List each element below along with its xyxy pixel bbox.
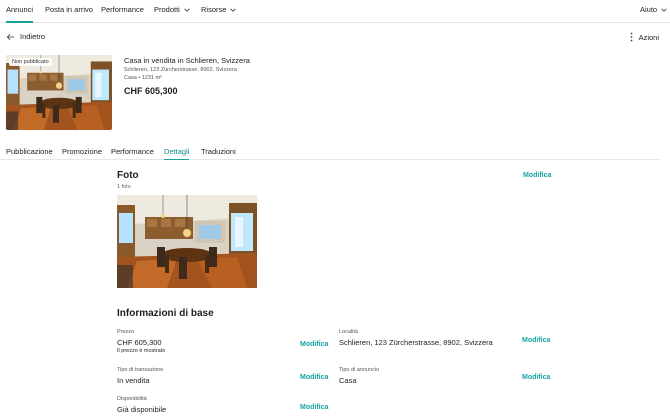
back-label: Indietro xyxy=(20,32,46,41)
nav-item-performance[interactable]: Performance xyxy=(101,5,144,14)
availability-label: Disponibilità xyxy=(117,396,147,402)
price-value: CHF 605,300 xyxy=(117,338,162,347)
tab-performance[interactable]: Performance xyxy=(111,147,154,156)
tab-pubblicazione[interactable]: Pubblicazione xyxy=(6,147,53,156)
location-label: Località xyxy=(339,329,358,335)
arrow-left-icon xyxy=(6,33,15,40)
photos-title: Foto xyxy=(117,170,139,181)
nav-item-label: Prodotti xyxy=(154,5,180,14)
nav-item-label: Annunci xyxy=(6,5,34,14)
back-button[interactable]: Indietro xyxy=(6,32,45,41)
property-photo xyxy=(117,195,257,288)
listing-type-label: Tipo di annuncio xyxy=(339,367,380,373)
edit-transaction-type-button[interactable]: Modifica xyxy=(300,374,328,381)
listing-thumbnail[interactable]: Non pubblicato xyxy=(6,55,112,130)
chevron-down-icon xyxy=(230,8,237,12)
more-vertical-icon xyxy=(630,32,632,42)
chevron-down-icon xyxy=(661,8,667,12)
nav-item-posta-in-arrivo[interactable]: Posta in arrivo xyxy=(45,5,93,14)
status-badge: Non pubblicato xyxy=(9,58,52,66)
help-menu[interactable]: Aiuto xyxy=(640,5,668,14)
nav-item-risorse[interactable]: Risorse xyxy=(201,5,237,14)
edit-listing-type-button[interactable]: Modifica xyxy=(522,374,550,381)
price-label: Prezzo xyxy=(117,329,135,335)
basic-info-title: Informazioni di base xyxy=(117,308,214,319)
actions-menu[interactable]: Azioni xyxy=(630,32,659,42)
nav-item-label: Posta in arrivo xyxy=(45,5,93,14)
edit-location-button[interactable]: Modifica xyxy=(522,337,550,344)
edit-photos-button[interactable]: Modifica xyxy=(523,172,551,179)
listing-type-value: Casa xyxy=(339,376,357,385)
main-photo[interactable] xyxy=(117,195,257,288)
chevron-down-icon xyxy=(184,8,190,12)
nav-item-label: Risorse xyxy=(201,5,227,14)
listing-address: Schlieren, 123 Zürcherstrasse, 8902, Svi… xyxy=(124,67,237,73)
top-navigation: Annunci Posta in arrivo Performance Prod… xyxy=(0,0,670,23)
listing-price: CHF 605,300 xyxy=(124,86,178,96)
tab-traduzioni[interactable]: Traduzioni xyxy=(201,147,236,156)
tab-dettagli[interactable]: Dettagli xyxy=(164,147,190,160)
availability-value: Già disponibile xyxy=(117,405,167,414)
listing-title: Casa in vendita in Schlieren, Svizzera xyxy=(124,56,250,65)
listing-meta: Casa • 1231 m² xyxy=(124,75,162,81)
price-visibility-note: Il prezzo è mostrato xyxy=(117,348,166,354)
nav-item-annunci[interactable]: Annunci xyxy=(6,5,34,23)
transaction-type-value: In vendita xyxy=(117,376,150,385)
edit-price-button[interactable]: Modifica xyxy=(300,341,328,348)
location-value: Schlieren, 123 Zürcherstrasse, 8902, Svi… xyxy=(339,338,493,347)
actions-label: Azioni xyxy=(638,32,659,42)
nav-item-label: Performance xyxy=(101,5,144,14)
nav-item-prodotti[interactable]: Prodotti xyxy=(154,5,191,14)
transaction-type-label: Tipo di transazione xyxy=(117,367,164,373)
photos-count: 1 foto xyxy=(117,184,131,190)
listing-tabs: Pubblicazione Promozione Performance Det… xyxy=(0,146,660,160)
listing-photo xyxy=(6,55,112,130)
tab-promozione[interactable]: Promozione xyxy=(62,147,102,156)
help-label: Aiuto xyxy=(640,5,658,14)
edit-availability-button[interactable]: Modifica xyxy=(300,404,328,411)
